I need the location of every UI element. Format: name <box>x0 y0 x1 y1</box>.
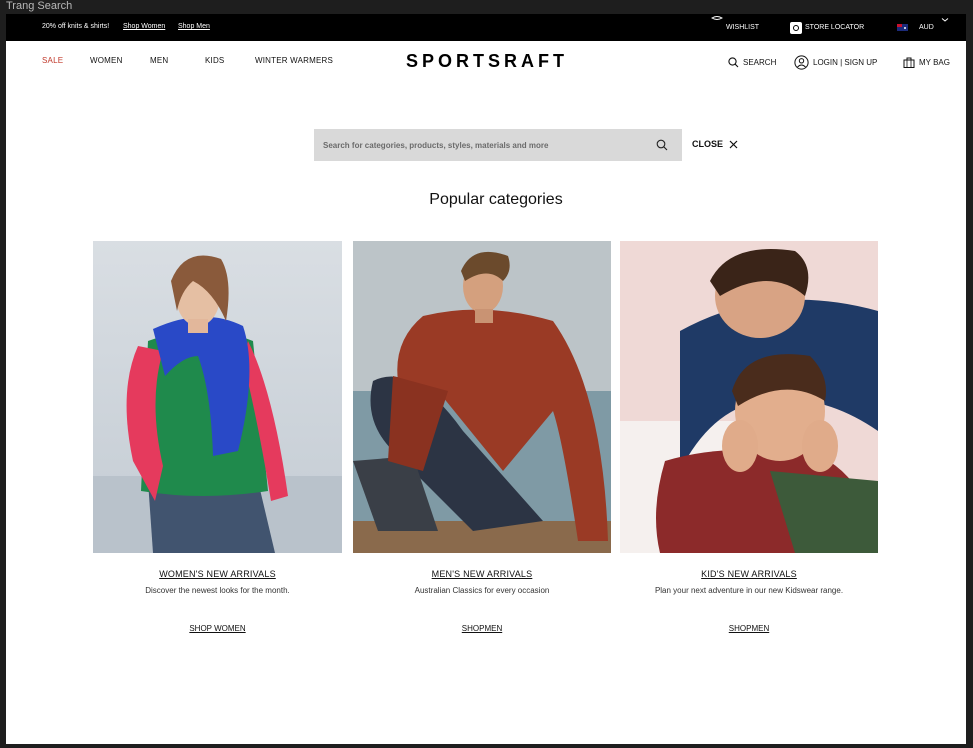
shop-women-button[interactable]: SHOP WOMEN <box>93 624 342 634</box>
my-bag-button[interactable]: MY BAG <box>903 54 950 70</box>
men-card-description: Australian Classics for every occasion <box>414 586 550 595</box>
men-category-image[interactable] <box>353 241 611 553</box>
nav-item-winter-warmers[interactable]: WINTER WARMERS <box>255 56 333 66</box>
user-icon <box>794 54 809 70</box>
search-input[interactable] <box>314 129 644 161</box>
australia-flag-icon <box>897 24 908 31</box>
kids-model-photo <box>620 241 878 553</box>
promo-shop-women-link[interactable]: Shop Women <box>123 22 165 32</box>
search-icon <box>728 56 739 67</box>
promo-text: 20% off knits & shirts! <box>42 23 110 30</box>
window-title: Trang Search <box>6 0 73 12</box>
women-card-title[interactable]: WOMEN'S NEW ARRIVALS <box>93 569 342 580</box>
men-model-photo <box>353 241 611 553</box>
promo-bar: 20% off knits & shirts! Shop Women Shop … <box>6 14 966 41</box>
wishlist-label: WISHLIST <box>726 24 760 31</box>
header-search-button[interactable]: SEARCH <box>728 54 776 70</box>
nav-item-sale[interactable]: SALE <box>42 56 63 66</box>
popular-categories-heading: Popular categories <box>429 191 563 208</box>
women-card-description: Discover the newest looks for the month. <box>145 586 290 595</box>
brand-logo[interactable]: SPORTSRAFT <box>406 50 586 72</box>
kids-card-description: Plan your next adventure in our new Kids… <box>654 586 844 595</box>
men-card-title[interactable]: MEN'S NEW ARRIVALS <box>353 569 611 580</box>
login-signup-label: LOGIN | SIGN UP <box>813 57 878 67</box>
search-bar <box>314 129 682 161</box>
nav-item-women[interactable]: WOMEN <box>90 56 123 66</box>
heart-icon <box>711 16 723 20</box>
currency-label: AUD <box>919 24 934 31</box>
wishlist-link[interactable]: WISHLIST <box>707 14 759 41</box>
promo-shop-men-link[interactable]: Shop Men <box>178 22 210 32</box>
browser-viewport: 20% off knits & shirts! Shop Women Shop … <box>6 14 966 744</box>
shop-kids-button[interactable]: SHOPMEN <box>620 624 878 634</box>
currency-selector[interactable]: AUD <box>897 14 934 41</box>
women-category-image[interactable] <box>93 241 342 553</box>
my-bag-label: MY BAG <box>919 57 950 67</box>
site-header: SALE WOMEN MEN KIDS WINTER WARMERS SPORT… <box>6 41 966 84</box>
nav-item-kids[interactable]: KIDS <box>205 56 224 66</box>
store-pin-icon <box>790 21 802 34</box>
kids-category-image[interactable] <box>620 241 878 553</box>
store-locator-label: STORE LOCATOR <box>805 24 865 31</box>
close-icon <box>729 140 738 148</box>
store-locator-link[interactable]: STORE LOCATOR <box>790 14 864 41</box>
chevron-down-icon[interactable] <box>941 16 949 24</box>
header-search-label: SEARCH <box>743 57 777 67</box>
login-signup-link[interactable]: LOGIN | SIGN UP <box>794 54 877 70</box>
close-label: CLOSE <box>692 139 724 149</box>
bag-icon <box>903 57 915 68</box>
nav-item-men[interactable]: MEN <box>150 56 168 66</box>
close-search-button[interactable]: CLOSE <box>692 139 738 149</box>
kids-card-title[interactable]: KID'S NEW ARRIVALS <box>620 569 878 580</box>
women-model-photo <box>93 241 342 553</box>
search-submit-icon[interactable] <box>656 139 668 151</box>
shop-men-button[interactable]: SHOPMEN <box>353 624 611 634</box>
